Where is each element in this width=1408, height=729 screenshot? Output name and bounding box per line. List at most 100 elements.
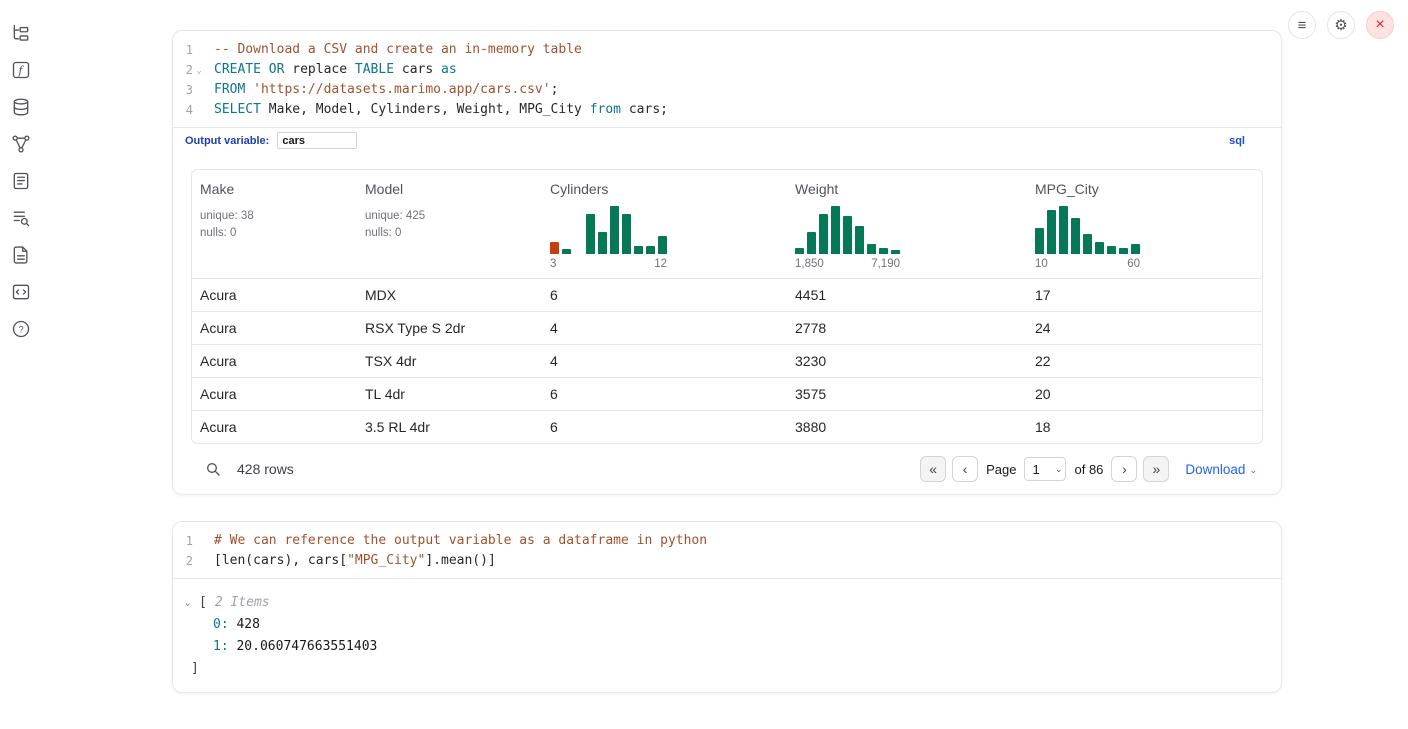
output-variable-input[interactable] xyxy=(277,132,357,149)
histogram-bar[interactable] xyxy=(867,244,876,254)
histogram-bar[interactable] xyxy=(622,214,631,254)
column-histogram[interactable]: 1060 xyxy=(1035,206,1140,270)
file-tree-icon[interactable] xyxy=(10,22,32,44)
gutter xyxy=(193,551,205,571)
page-label: Page xyxy=(986,462,1016,477)
table-row[interactable]: AcuraTSX 4dr4323022 xyxy=(192,344,1262,377)
settings-button[interactable]: ⚙ xyxy=(1327,11,1355,39)
column-stats: unique: 425nulls: 0 xyxy=(365,208,534,241)
column-header[interactable]: Cylinders 312 xyxy=(542,170,787,278)
histogram-bar[interactable] xyxy=(855,226,864,254)
table-cell: TL 4dr xyxy=(357,378,542,410)
snippets-icon[interactable] xyxy=(10,281,32,303)
histogram-range-labels: 1060 xyxy=(1035,258,1140,270)
function-icon[interactable]: f xyxy=(10,59,32,81)
scratchpad-icon[interactable] xyxy=(10,170,32,192)
close-icon: × xyxy=(1375,17,1384,33)
prev-page-button[interactable]: ‹ xyxy=(952,456,978,482)
column-header[interactable]: Modelunique: 425nulls: 0 xyxy=(357,170,542,278)
histogram-bar[interactable] xyxy=(598,232,607,254)
last-page-button[interactable]: » xyxy=(1143,456,1169,482)
menu-button[interactable]: ≡ xyxy=(1288,11,1316,39)
first-page-button[interactable]: « xyxy=(920,456,946,482)
gear-icon: ⚙ xyxy=(1334,18,1347,33)
python-code-editor[interactable]: 1# We can reference the output variable … xyxy=(173,522,1281,578)
table-row[interactable]: AcuraRSX Type S 2dr4277824 xyxy=(192,311,1262,344)
table-cell: 6 xyxy=(542,378,787,410)
open-bracket: [ xyxy=(199,592,207,614)
histogram-bar[interactable] xyxy=(879,248,888,254)
code-line[interactable]: 4SELECT Make, Model, Cylinders, Weight, … xyxy=(173,100,1281,120)
histogram-bar[interactable] xyxy=(550,242,559,254)
histogram-bar[interactable] xyxy=(1035,228,1044,254)
histogram-bar[interactable] xyxy=(1095,242,1104,254)
code-line[interactable]: 2[len(cars), cars["MPG_City"].mean()] xyxy=(173,551,1281,571)
table-cell: 3880 xyxy=(787,411,1027,443)
histogram-bar[interactable] xyxy=(634,246,643,254)
documentation-icon[interactable] xyxy=(10,244,32,266)
code-line[interactable]: 1# We can reference the output variable … xyxy=(173,531,1281,551)
table-row[interactable]: Acura3.5 RL 4dr6388018 xyxy=(192,410,1262,443)
download-button[interactable]: Download ⌄ xyxy=(1185,462,1257,477)
table-footer: 428 rows « ‹ Page 1 ⌄ of 86 › » Download… xyxy=(191,444,1263,494)
column-header[interactable]: Weight1,8507,190 xyxy=(787,170,1027,278)
next-page-button[interactable]: › xyxy=(1111,456,1137,482)
code-line[interactable]: 1-- Download a CSV and create an in-memo… xyxy=(173,40,1281,60)
left-toolbar: f ? xyxy=(10,22,32,340)
column-name: Cylinders xyxy=(550,180,779,198)
histogram-bar[interactable] xyxy=(562,249,571,254)
histogram-bar[interactable] xyxy=(1131,244,1140,254)
histogram-bar[interactable] xyxy=(831,206,840,254)
histogram-bar[interactable] xyxy=(1071,218,1080,254)
code-line[interactable]: 3FROM 'https://datasets.marimo.app/cars.… xyxy=(173,80,1281,100)
table-cell: Acura xyxy=(192,279,357,311)
column-header[interactable]: Makeunique: 38nulls: 0 xyxy=(192,170,357,278)
column-header[interactable]: MPG_City1060 xyxy=(1027,170,1262,278)
histogram-bar[interactable] xyxy=(610,206,619,254)
histogram-bar[interactable] xyxy=(807,232,816,254)
table-row[interactable]: AcuraTL 4dr6357520 xyxy=(192,377,1262,410)
collapse-icon[interactable]: ⌄ xyxy=(185,592,197,614)
table-cell: 6 xyxy=(542,411,787,443)
table-cell: 3.5 RL 4dr xyxy=(357,411,542,443)
output-variable-row: Output variable: sql xyxy=(173,127,1281,155)
dependency-graph-icon[interactable] xyxy=(10,133,32,155)
column-stats: unique: 38nulls: 0 xyxy=(200,208,349,241)
histogram-bar[interactable] xyxy=(1047,210,1056,254)
table-row[interactable]: AcuraMDX6445117 xyxy=(192,278,1262,311)
column-histogram[interactable]: 312 xyxy=(550,206,667,270)
histogram-bar[interactable] xyxy=(1083,234,1092,254)
page-select[interactable]: 1 xyxy=(1024,457,1066,481)
histogram-bar[interactable] xyxy=(586,214,595,254)
histogram-bar[interactable] xyxy=(658,236,667,254)
help-icon[interactable]: ? xyxy=(10,318,32,340)
histogram-bar[interactable] xyxy=(1107,246,1116,254)
table-cell: 2778 xyxy=(787,312,1027,344)
histogram-bar[interactable] xyxy=(1059,206,1068,254)
logs-icon[interactable] xyxy=(10,207,32,229)
histogram-bar[interactable] xyxy=(819,214,828,254)
shutdown-button[interactable]: × xyxy=(1366,11,1394,39)
table-cell: 24 xyxy=(1027,312,1262,344)
histogram-bar[interactable] xyxy=(1119,248,1128,254)
column-histogram[interactable]: 1,8507,190 xyxy=(795,206,900,270)
python-cell: 1# We can reference the output variable … xyxy=(172,521,1282,693)
output-variable-label: Output variable: xyxy=(185,135,269,147)
fold-icon[interactable]: ⌄ xyxy=(193,60,205,80)
table-cell: 3575 xyxy=(787,378,1027,410)
database-icon[interactable] xyxy=(10,96,32,118)
sql-code-editor[interactable]: 1-- Download a CSV and create an in-memo… xyxy=(173,31,1281,127)
histogram-bar[interactable] xyxy=(891,250,900,254)
hamburger-icon: ≡ xyxy=(1298,18,1307,33)
histogram-bar[interactable] xyxy=(795,248,804,254)
table-cell: 17 xyxy=(1027,279,1262,311)
histogram-bar[interactable] xyxy=(843,216,852,254)
table-cell: 6 xyxy=(542,279,787,311)
python-output: ⌄ [ 2 Items 0: 4281: 20.060747663551403 … xyxy=(173,578,1281,692)
code-line[interactable]: 2⌄CREATE OR replace TABLE cars as xyxy=(173,60,1281,80)
histogram-bar[interactable] xyxy=(646,246,655,254)
table-cell: RSX Type S 2dr xyxy=(357,312,542,344)
gutter xyxy=(193,40,205,60)
search-icon[interactable] xyxy=(205,461,221,477)
table-header: Makeunique: 38nulls: 0Modelunique: 425nu… xyxy=(192,170,1262,278)
